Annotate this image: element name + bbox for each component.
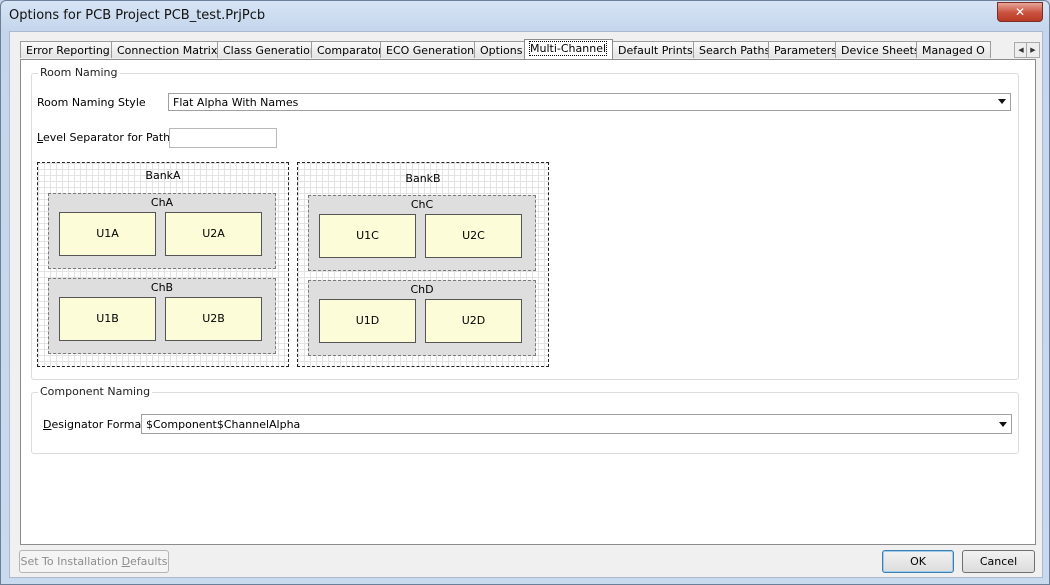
component-u2a: U2A [165,212,262,256]
multi-channel-panel: Room Naming Room Naming Style Flat Alpha… [20,59,1036,545]
arrow-right-icon: ▶ [1030,46,1036,54]
tab-default-prints[interactable]: Default Prints [612,41,694,58]
tab-parameters[interactable]: Parameters [768,41,837,58]
component-u1d: U1D [319,299,416,343]
channel-title: ChB [150,281,174,294]
tab-eco-generation[interactable]: ECO Generation [380,41,475,58]
close-button[interactable]: ✕ [997,2,1043,22]
designator-format-dropdown[interactable]: $Component$ChannelAlpha [141,414,1012,434]
arrow-left-icon: ◀ [1018,46,1024,54]
room-naming-style-value: Flat Alpha With Names [173,96,299,109]
tab-options[interactable]: Options [474,41,525,58]
chevron-down-icon [998,99,1006,104]
room-naming-group: Room Naming Room Naming Style Flat Alpha… [31,66,1019,380]
component-u2b: U2B [165,297,262,341]
designator-format-value: $Component$ChannelAlpha [146,418,301,431]
cancel-button[interactable]: Cancel [962,550,1035,573]
component-naming-group-title: Component Naming [38,385,153,398]
bank-title: BankB [405,172,441,185]
tab-managed-o[interactable]: Managed O [916,41,991,58]
tab-comparator[interactable]: Comparator [311,41,383,58]
room-naming-group-title: Room Naming [38,66,120,79]
bank-bankb: BankB ChC U1C U2C ChD U1D U2D [297,162,549,367]
channel-chd: ChD U1D U2D [308,280,536,356]
tab-error-reporting[interactable]: Error Reporting [20,41,112,58]
room-naming-style-dropdown[interactable]: Flat Alpha With Names [168,93,1011,111]
designator-format-label: Designator Format [43,418,146,431]
tab-class-generation[interactable]: Class Generation [217,41,317,58]
tab-multi-channel[interactable]: Multi-Channel [524,39,613,59]
tab-connection-matrix[interactable]: Connection Matrix [111,41,218,58]
channel-chb: ChB U1B U2B [48,278,276,354]
channel-title: ChC [410,198,434,211]
tab-device-sheets[interactable]: Device Sheets [835,41,920,58]
tab-search-paths[interactable]: Search Paths [693,41,770,58]
component-u1b: U1B [59,297,156,341]
component-u2c: U2C [425,214,522,258]
channel-title: ChA [150,196,174,209]
channel-cha: ChA U1A U2A [48,193,276,269]
component-u1a: U1A [59,212,156,256]
tab-scroll-right-button[interactable]: ▶ [1026,42,1040,58]
tab-strip: Error Reporting Connection Matrix Class Ge… [20,39,1040,60]
component-u2d: U2D [425,299,522,343]
bank-title: BankA [145,169,181,182]
options-dialog-window: Options for PCB Project PCB_test.PrjPcb … [0,0,1050,585]
room-naming-style-label: Room Naming Style [37,96,146,109]
chevron-down-icon [999,422,1007,427]
dialog-client-area: Error Reporting Connection Matrix Class Ge… [9,31,1043,578]
component-naming-group: Component Naming Designator Format $Comp… [31,385,1019,454]
close-icon: ✕ [1014,5,1026,19]
level-separator-input[interactable] [169,128,277,148]
window-title: Options for PCB Project PCB_test.PrjPcb [9,8,266,23]
ok-button[interactable]: OK [882,550,954,573]
title-bar: Options for PCB Project PCB_test.PrjPcb … [1,1,1049,31]
channel-chc: ChC U1C U2C [308,195,536,271]
component-u1c: U1C [319,214,416,258]
channel-title: ChD [410,283,434,296]
level-separator-label: Level Separator for Paths [37,131,176,144]
bank-banka: BankA ChA U1A U2A ChB U1B U2B [37,162,289,367]
set-to-installation-defaults-button[interactable]: Set To Installation Defaults [19,550,169,573]
